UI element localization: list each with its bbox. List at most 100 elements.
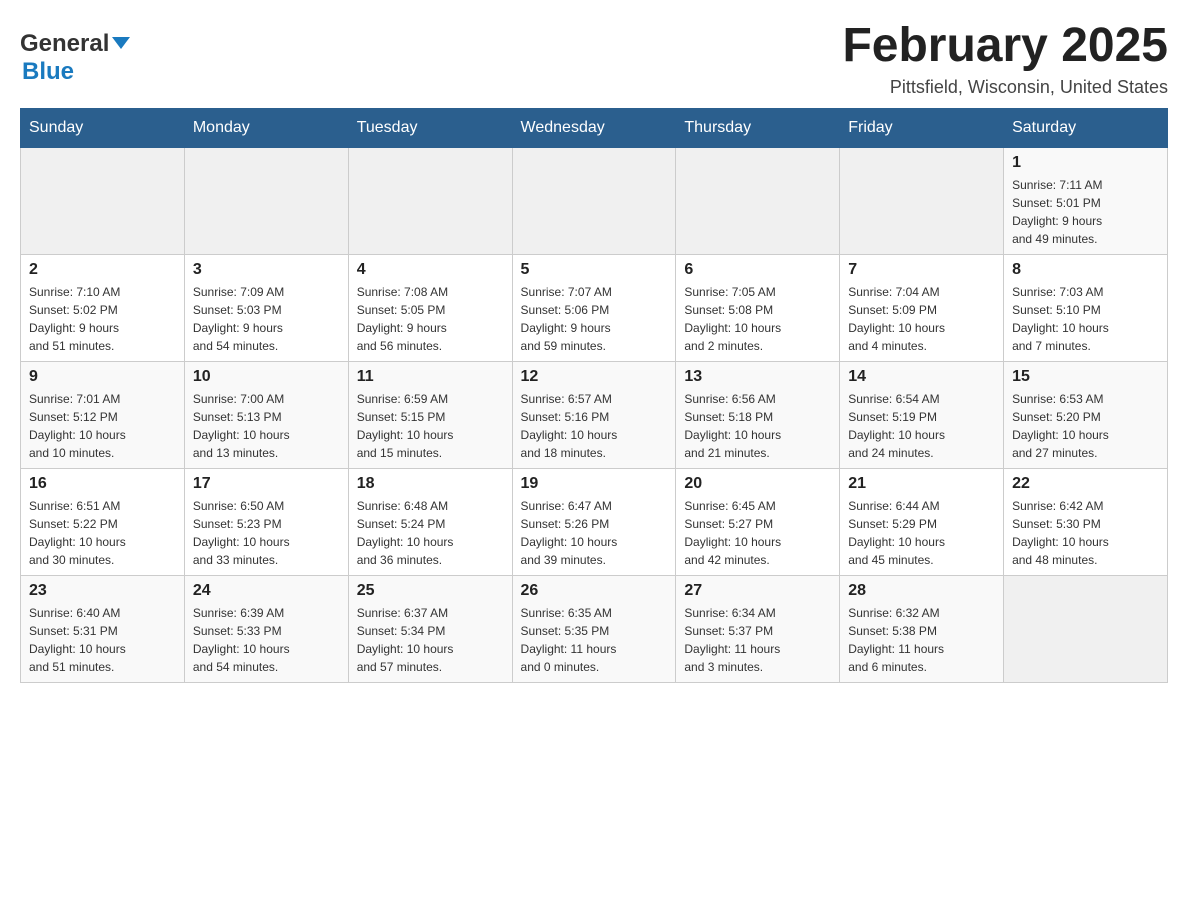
day-info: Sunrise: 6:50 AMSunset: 5:23 PMDaylight:… [193,497,340,569]
day-number: 13 [684,368,831,386]
day-info: Sunrise: 6:57 AMSunset: 5:16 PMDaylight:… [521,390,668,462]
calendar-week-row: 9 Sunrise: 7:01 AMSunset: 5:12 PMDaylight… [21,361,1168,468]
calendar-cell: 13 Sunrise: 6:56 AMSunset: 5:18 PMDayligh… [676,361,840,468]
day-info: Sunrise: 7:01 AMSunset: 5:12 PMDaylight:… [29,390,176,462]
logo: General Blue [20,20,130,86]
day-info: Sunrise: 7:04 AMSunset: 5:09 PMDaylight:… [848,283,995,355]
day-number: 5 [521,261,668,279]
day-info: Sunrise: 6:54 AMSunset: 5:19 PMDaylight:… [848,390,995,462]
calendar-week-row: 23Sunrise: 6:40 AMSunset: 5:31 PMDayligh… [21,575,1168,682]
day-info: Sunrise: 7:05 AMSunset: 5:08 PMDaylight:… [684,283,831,355]
calendar-week-row: 16Sunrise: 6:51 AMSunset: 5:22 PMDayligh… [21,468,1168,575]
day-number: 20 [684,475,831,493]
day-number: 11 [357,368,504,386]
calendar-cell: 2 Sunrise: 7:10 AMSunset: 5:02 PMDaylight… [21,254,185,361]
calendar-cell: 12 Sunrise: 6:57 AMSunset: 5:16 PMDayligh… [512,361,676,468]
day-info: Sunrise: 6:44 AMSunset: 5:29 PMDaylight:… [848,497,995,569]
calendar-cell [840,147,1004,254]
calendar-cell [184,147,348,254]
calendar-cell: 9 Sunrise: 7:01 AMSunset: 5:12 PMDaylight… [21,361,185,468]
day-number: 1 [1012,154,1159,172]
day-info: Sunrise: 7:10 AMSunset: 5:02 PMDaylight:… [29,283,176,355]
calendar-cell: 23Sunrise: 6:40 AMSunset: 5:31 PMDayligh… [21,575,185,682]
header-tuesday: Tuesday [348,108,512,147]
header-sunday: Sunday [21,108,185,147]
day-info: Sunrise: 6:47 AMSunset: 5:26 PMDaylight:… [521,497,668,569]
day-info: Sunrise: 7:00 AMSunset: 5:13 PMDaylight:… [193,390,340,462]
calendar-cell: 8Sunrise: 7:03 AMSunset: 5:10 PMDaylight… [1004,254,1168,361]
calendar-table: Sunday Monday Tuesday Wednesday Thursday… [20,108,1168,683]
logo-triangle-icon [112,37,130,49]
calendar-cell: 16Sunrise: 6:51 AMSunset: 5:22 PMDayligh… [21,468,185,575]
calendar-cell: 10 Sunrise: 7:00 AMSunset: 5:13 PMDayligh… [184,361,348,468]
day-number: 4 [357,261,504,279]
day-info: Sunrise: 7:03 AMSunset: 5:10 PMDaylight:… [1012,283,1159,355]
calendar-cell: 17Sunrise: 6:50 AMSunset: 5:23 PMDayligh… [184,468,348,575]
calendar-cell: 28 Sunrise: 6:32 AMSunset: 5:38 PMDayligh… [840,575,1004,682]
calendar-cell: 21 Sunrise: 6:44 AMSunset: 5:29 PMDayligh… [840,468,1004,575]
calendar-cell: 4 Sunrise: 7:08 AMSunset: 5:05 PMDaylight… [348,254,512,361]
day-info: Sunrise: 6:34 AMSunset: 5:37 PMDaylight:… [684,604,831,676]
calendar-cell: 3 Sunrise: 7:09 AMSunset: 5:03 PMDaylight… [184,254,348,361]
calendar-cell: 5Sunrise: 7:07 AMSunset: 5:06 PMDaylight… [512,254,676,361]
calendar-cell: 6 Sunrise: 7:05 AMSunset: 5:08 PMDaylight… [676,254,840,361]
calendar-cell: 7 Sunrise: 7:04 AMSunset: 5:09 PMDaylight… [840,254,1004,361]
day-number: 12 [521,368,668,386]
day-number: 2 [29,261,176,279]
day-number: 3 [193,261,340,279]
day-info: Sunrise: 6:48 AMSunset: 5:24 PMDaylight:… [357,497,504,569]
day-info: Sunrise: 6:39 AMSunset: 5:33 PMDaylight:… [193,604,340,676]
day-number: 22 [1012,475,1159,493]
header-wednesday: Wednesday [512,108,676,147]
calendar-week-row: 1 Sunrise: 7:11 AMSunset: 5:01 PMDaylight… [21,147,1168,254]
day-info: Sunrise: 6:40 AMSunset: 5:31 PMDaylight:… [29,604,176,676]
calendar-week-row: 2 Sunrise: 7:10 AMSunset: 5:02 PMDaylight… [21,254,1168,361]
day-info: Sunrise: 7:09 AMSunset: 5:03 PMDaylight:… [193,283,340,355]
header-saturday: Saturday [1004,108,1168,147]
calendar-cell [512,147,676,254]
title-section: February 2025 Pittsfield, Wisconsin, Uni… [842,20,1168,98]
day-info: Sunrise: 7:11 AMSunset: 5:01 PMDaylight:… [1012,176,1159,248]
calendar-cell [348,147,512,254]
day-number: 27 [684,582,831,600]
day-number: 18 [357,475,504,493]
day-info: Sunrise: 6:45 AMSunset: 5:27 PMDaylight:… [684,497,831,569]
day-number: 28 [848,582,995,600]
day-info: Sunrise: 6:56 AMSunset: 5:18 PMDaylight:… [684,390,831,462]
day-info: Sunrise: 6:42 AMSunset: 5:30 PMDaylight:… [1012,497,1159,569]
calendar-cell: 15 Sunrise: 6:53 AMSunset: 5:20 PMDayligh… [1004,361,1168,468]
calendar-cell: 1 Sunrise: 7:11 AMSunset: 5:01 PMDaylight… [1004,147,1168,254]
logo-general-text: General [20,30,109,58]
day-number: 10 [193,368,340,386]
day-number: 6 [684,261,831,279]
day-number: 14 [848,368,995,386]
day-number: 26 [521,582,668,600]
day-info: Sunrise: 6:53 AMSunset: 5:20 PMDaylight:… [1012,390,1159,462]
day-number: 15 [1012,368,1159,386]
day-info: Sunrise: 6:32 AMSunset: 5:38 PMDaylight:… [848,604,995,676]
calendar-cell: 19 Sunrise: 6:47 AMSunset: 5:26 PMDayligh… [512,468,676,575]
calendar-cell: 22 Sunrise: 6:42 AMSunset: 5:30 PMDayligh… [1004,468,1168,575]
day-info: Sunrise: 6:37 AMSunset: 5:34 PMDaylight:… [357,604,504,676]
day-number: 19 [521,475,668,493]
calendar-cell: 14 Sunrise: 6:54 AMSunset: 5:19 PMDayligh… [840,361,1004,468]
calendar-cell: 11Sunrise: 6:59 AMSunset: 5:15 PMDayligh… [348,361,512,468]
day-number: 24 [193,582,340,600]
calendar-cell: 18 Sunrise: 6:48 AMSunset: 5:24 PMDayligh… [348,468,512,575]
day-number: 25 [357,582,504,600]
location-subtitle: Pittsfield, Wisconsin, United States [842,77,1168,98]
day-number: 21 [848,475,995,493]
calendar-cell: 24 Sunrise: 6:39 AMSunset: 5:33 PMDayligh… [184,575,348,682]
day-number: 9 [29,368,176,386]
header-monday: Monday [184,108,348,147]
header-thursday: Thursday [676,108,840,147]
page-header: General Blue February 2025 Pittsfield, W… [20,20,1168,98]
day-info: Sunrise: 7:08 AMSunset: 5:05 PMDaylight:… [357,283,504,355]
day-number: 16 [29,475,176,493]
day-number: 7 [848,261,995,279]
month-title: February 2025 [842,20,1168,73]
calendar-cell: 26Sunrise: 6:35 AMSunset: 5:35 PMDayligh… [512,575,676,682]
calendar-cell: 27 Sunrise: 6:34 AMSunset: 5:37 PMDayligh… [676,575,840,682]
calendar-cell [21,147,185,254]
calendar-cell [1004,575,1168,682]
